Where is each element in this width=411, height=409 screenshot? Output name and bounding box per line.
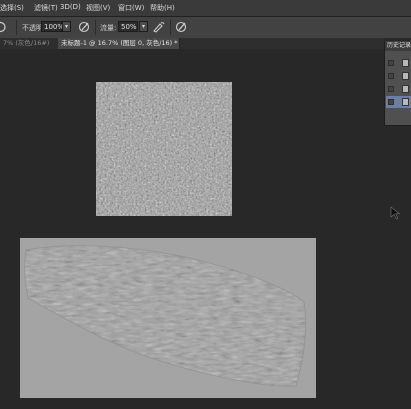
history-brush-checkbox[interactable]: [388, 60, 394, 66]
options-separator: [170, 20, 171, 35]
options-separator: [16, 20, 17, 35]
menu-help[interactable]: 帮助(H): [150, 3, 175, 13]
menu-view[interactable]: 视图(V): [86, 3, 110, 13]
history-brush-checkbox[interactable]: [388, 99, 394, 105]
history-brush-checkbox[interactable]: [388, 73, 394, 79]
menu-select[interactable]: 选择(S): [0, 3, 24, 13]
tab-label: 7% (灰色/16#): [3, 39, 50, 47]
options-bar: 不透明度: 100% ▾ 流量: 50% ▾: [0, 17, 411, 39]
history-state-icon: [402, 59, 409, 67]
tab-document-active[interactable]: 未标题-1 @ 16.7% (图层 0, 灰色/16) *: [58, 38, 180, 49]
tab-label: 未标题-1 @ 16.7% (图层 0, 灰色/16) *: [61, 39, 178, 47]
flow-field[interactable]: 50%: [118, 21, 138, 32]
panel-title[interactable]: 历史记录: [385, 41, 411, 51]
tab-document-previous[interactable]: 7% (灰色/16#): [0, 38, 58, 49]
menu-bar: 选择(S) 滤镜(T) 3D(D) 视图(V) 窗口(W) 帮助(H): [0, 0, 411, 17]
options-separator: [95, 20, 96, 35]
airbrush-icon[interactable]: [152, 20, 165, 34]
menu-window[interactable]: 窗口(W): [118, 3, 144, 13]
opacity-field[interactable]: 100%: [41, 21, 64, 32]
flow-dropdown-button[interactable]: ▾: [139, 21, 148, 32]
canvas-area[interactable]: [0, 49, 384, 409]
pressure-opacity-icon[interactable]: [78, 20, 91, 34]
mouse-cursor-icon: [390, 206, 401, 220]
history-state-icon: [402, 98, 409, 106]
noise-texture-canvas[interactable]: [96, 82, 232, 216]
brush-preset-icon[interactable]: [0, 20, 7, 34]
pressure-size-icon[interactable]: [175, 20, 188, 34]
history-state-icon: [402, 85, 409, 93]
history-brush-checkbox[interactable]: [388, 86, 394, 92]
menu-3d[interactable]: 3D(D): [60, 3, 81, 11]
history-state-row-selected[interactable]: [386, 96, 411, 108]
history-panel: 历史记录: [384, 41, 411, 126]
brush-stroke-canvas[interactable]: [20, 238, 316, 398]
menu-filter[interactable]: 滤镜(T): [34, 3, 58, 13]
history-state-icon: [402, 72, 409, 80]
history-state-row[interactable]: [386, 83, 411, 95]
history-state-row[interactable]: [386, 57, 411, 69]
flow-label: 流量:: [100, 24, 117, 32]
history-state-row[interactable]: [386, 70, 411, 82]
opacity-dropdown-button[interactable]: ▾: [62, 21, 71, 32]
